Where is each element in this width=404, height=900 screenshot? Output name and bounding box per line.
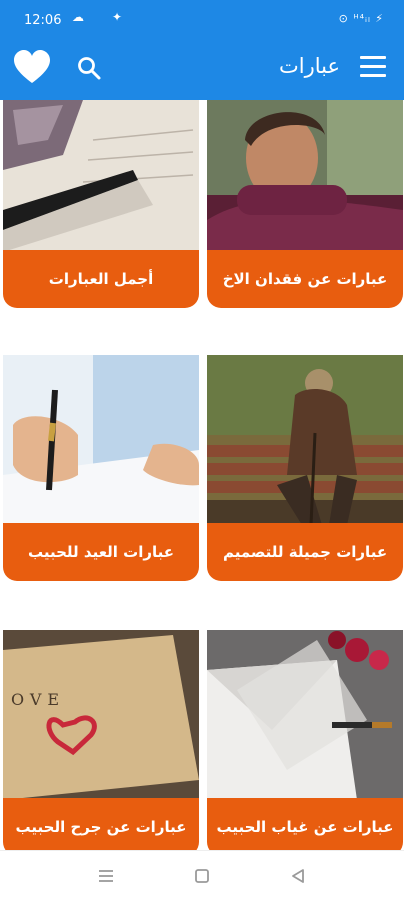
system-nav-bar (0, 850, 404, 900)
category-label: عبارات عن فقدان الاخ (207, 250, 403, 308)
category-label: عبارات العيد للحبيب (3, 523, 199, 581)
cloud-icon: ☁ (72, 10, 84, 24)
page-title: عبارات (278, 54, 340, 78)
status-time: 12:06 (24, 13, 62, 28)
sync-icon: ✦ (112, 10, 123, 24)
menu-icon[interactable] (360, 56, 386, 80)
categories-grid: عبارات عن فقدان الاخ أجمل العبارات عبارا… (0, 100, 404, 856)
category-label: عبارات عن غياب الحبيب (207, 798, 403, 856)
app-bar: عبارات (0, 36, 404, 100)
recents-icon[interactable] (97, 868, 115, 884)
card-image (207, 100, 403, 252)
status-bar: 12:06 ☁ ✦ ⊙ ᴴ⁴ᵢₗ ⚡ (0, 0, 404, 36)
card-image (207, 630, 403, 800)
card-image (3, 355, 199, 525)
home-icon[interactable] (194, 868, 210, 884)
category-label: عبارات جميلة للتصميم (207, 523, 403, 581)
heart-icon[interactable] (12, 48, 52, 88)
category-label: أجمل العبارات (3, 250, 199, 308)
svg-text:OVE: OVE (11, 690, 65, 709)
category-label: عبارات عن جرح الحبيب (3, 798, 199, 856)
card-image (3, 100, 199, 252)
card-image (207, 355, 403, 525)
search-icon[interactable] (76, 55, 102, 81)
status-indicators: ⊙ ᴴ⁴ᵢₗ ⚡ (338, 12, 384, 25)
card-image: OVE (3, 630, 199, 800)
back-icon[interactable] (290, 868, 306, 884)
